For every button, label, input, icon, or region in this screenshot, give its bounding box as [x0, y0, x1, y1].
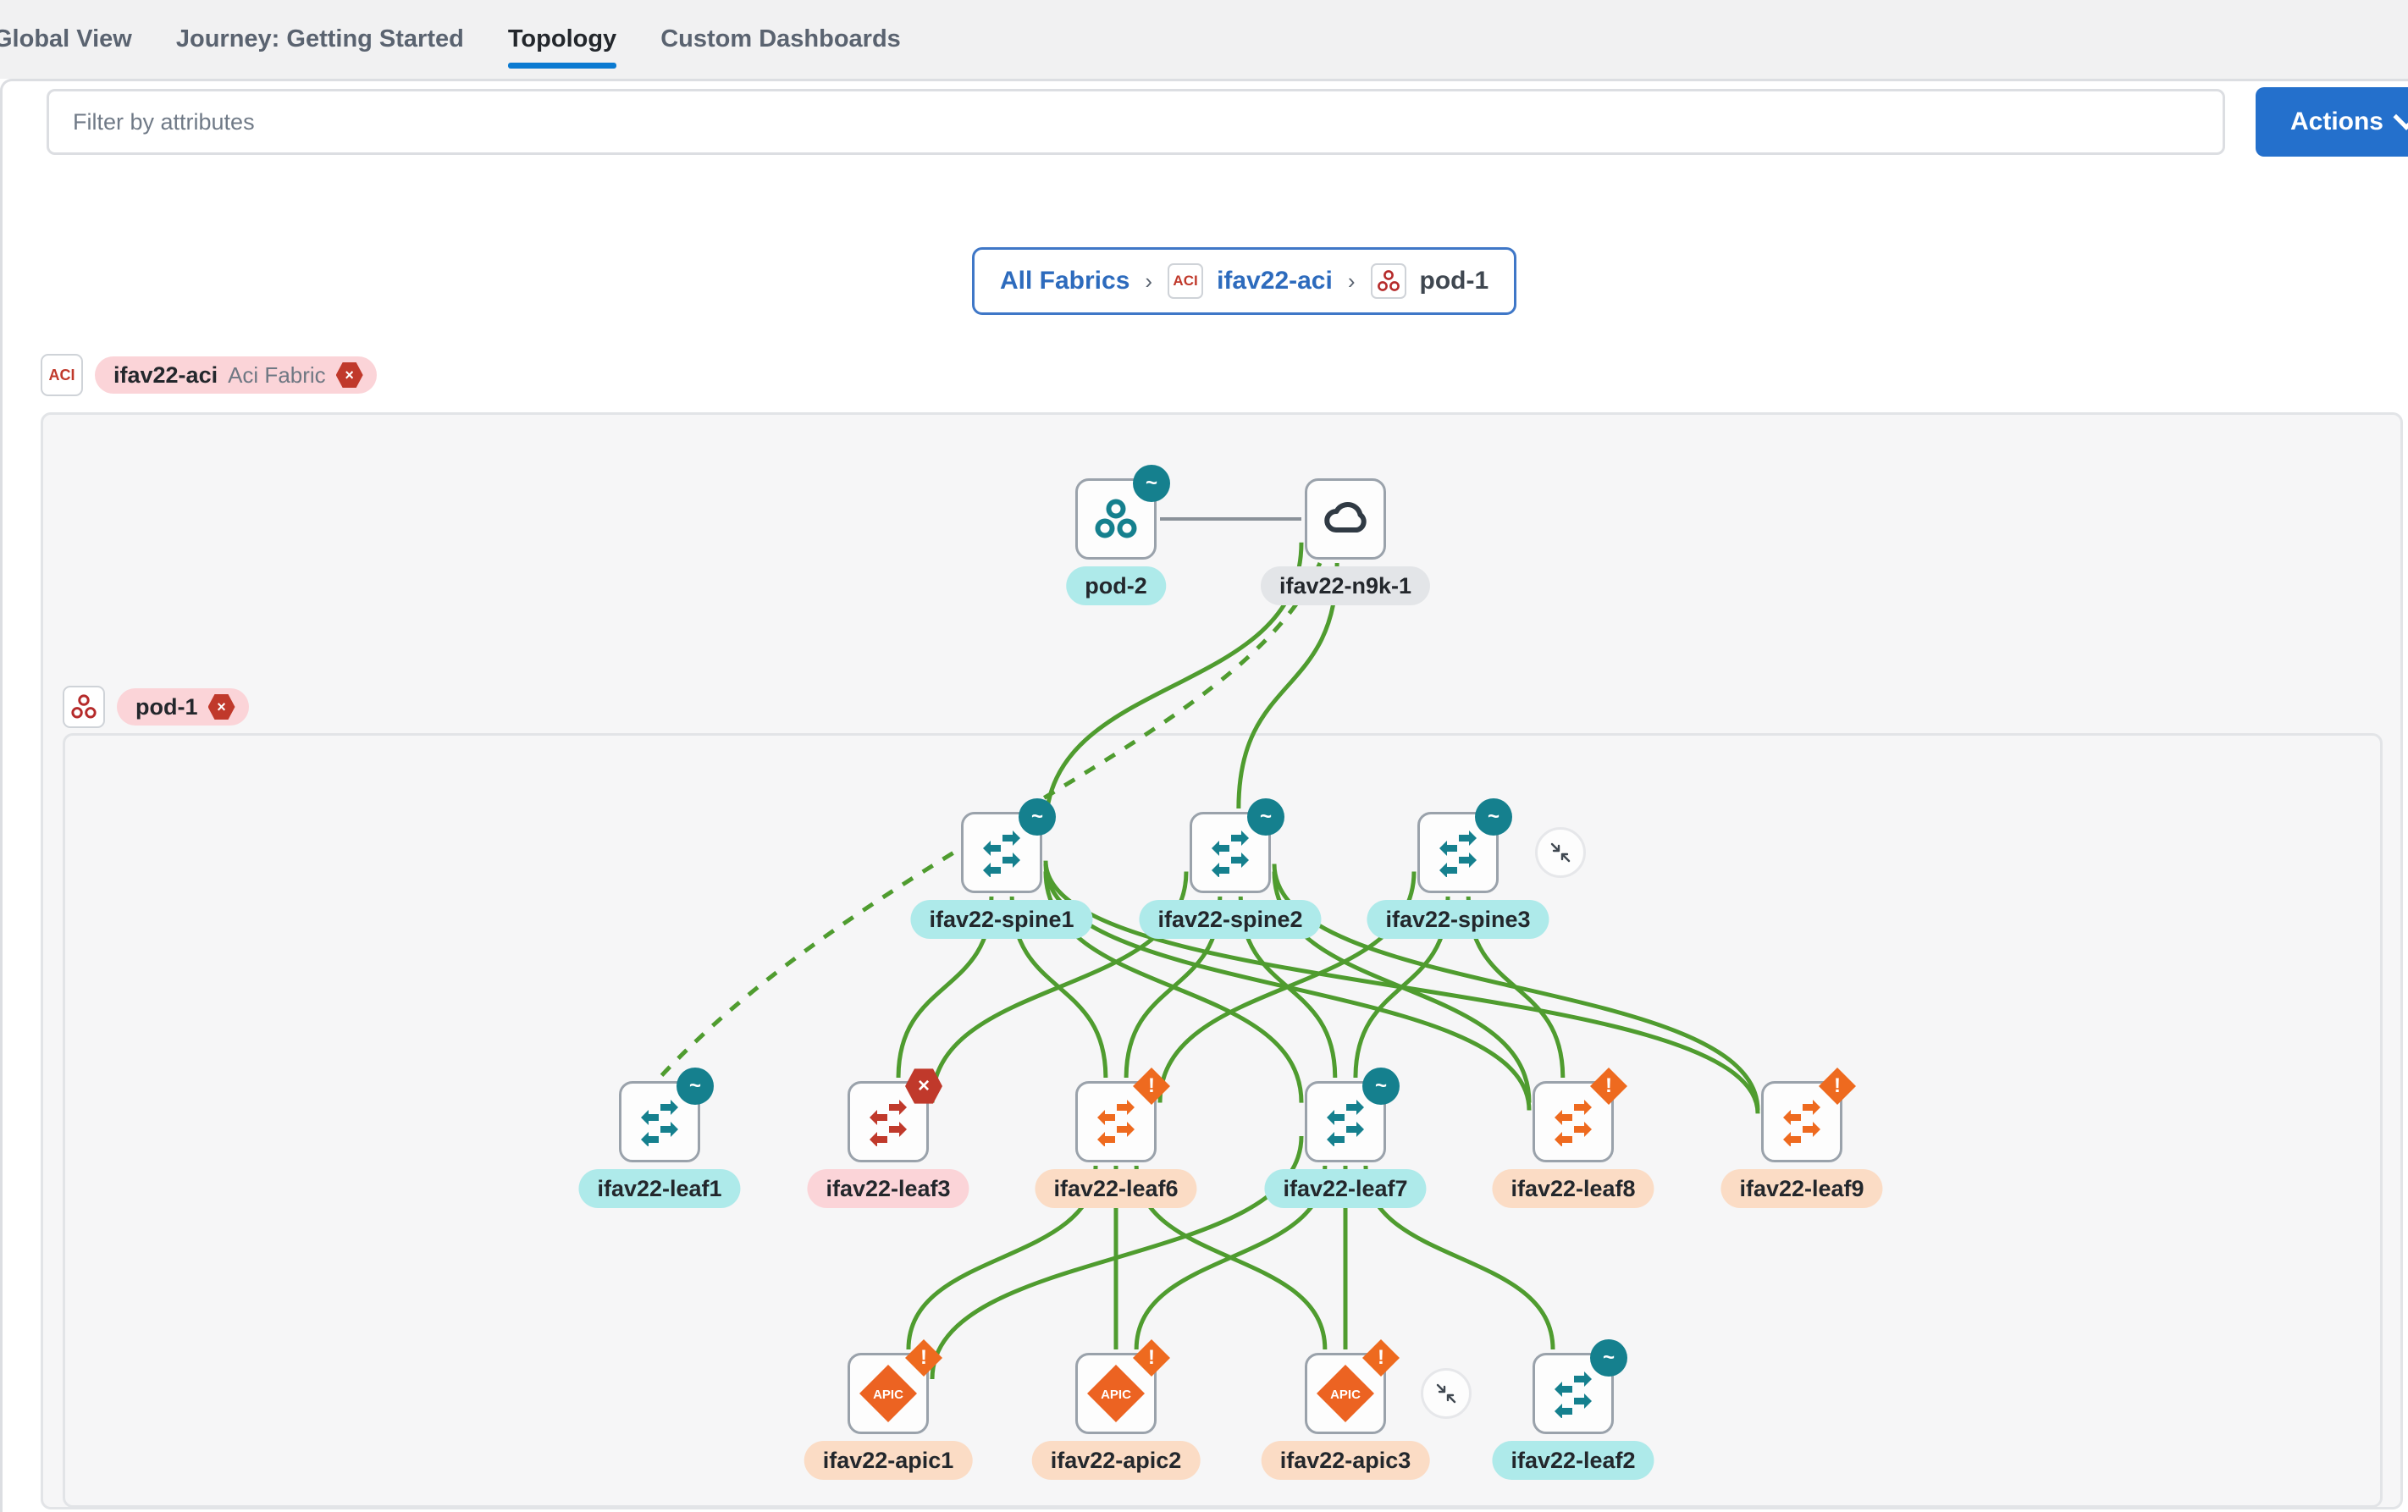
main-tab-bar: Global View Journey: Getting Started Topol… — [0, 0, 2408, 79]
topology-node-ifav22-leaf7[interactable]: ~ ifav22-leaf7 — [1264, 1068, 1427, 1208]
topology-node-ifav22-leaf6[interactable]: ! ifav22-leaf6 — [1035, 1068, 1197, 1208]
collapse-arrows-icon — [1436, 1383, 1456, 1404]
switch-icon-glyph — [641, 1100, 678, 1146]
tab-label: Global View — [0, 25, 132, 52]
aci-badge-icon: ACI — [1168, 263, 1204, 299]
topology-node-ifav22-spine3[interactable]: ~ ifav22-spine3 — [1367, 798, 1549, 939]
fabric-group-header: ACI ifav22-aci Aci Fabric × — [41, 354, 377, 396]
node-label: ifav22-leaf2 — [1492, 1441, 1654, 1480]
tab-journey-getting-started[interactable]: Journey: Getting Started — [154, 0, 486, 79]
apic-icon-glyph: APIC — [1317, 1365, 1374, 1422]
node-label: ifav22-leaf7 — [1264, 1169, 1427, 1208]
switch-icon-glyph — [1555, 1371, 1592, 1418]
node-label: ifav22-apic1 — [804, 1441, 973, 1480]
status-badge-healthy: ~ — [677, 1068, 714, 1105]
switch-icon-glyph — [1212, 830, 1249, 877]
aci-fabric-icon: ACI — [41, 354, 83, 396]
breadcrumb-pod: pod-1 — [1419, 267, 1489, 295]
node-label: ifav22-apic2 — [1031, 1441, 1201, 1480]
tab-label: Custom Dashboards — [660, 25, 901, 52]
topology-node-ifav22-leaf8[interactable]: ! ifav22-leaf8 — [1492, 1068, 1654, 1208]
switch-icon-glyph — [870, 1100, 907, 1146]
pod-group-header: pod-1 × — [63, 686, 249, 728]
actions-button[interactable]: Actions — [2256, 87, 2408, 157]
switch-icon-glyph — [1327, 1100, 1364, 1146]
node-label: ifav22-leaf1 — [578, 1169, 741, 1208]
status-badge-healthy: ~ — [1247, 798, 1284, 836]
pod-remove-icon[interactable]: × — [207, 693, 235, 720]
svg-text:APIC: APIC — [1330, 1388, 1361, 1402]
apic-icon-glyph: APIC — [1087, 1365, 1145, 1422]
node-label: ifav22-n9k-1 — [1260, 566, 1431, 605]
switch-icon-glyph — [1439, 830, 1477, 877]
toolbar: Actions — [0, 87, 2408, 174]
cloud-icon[interactable] — [1305, 478, 1386, 560]
node-label: pod-2 — [1066, 566, 1166, 605]
topology-node-pod-2[interactable]: ~ pod-2 — [1066, 465, 1170, 605]
node-label: ifav22-spine2 — [1139, 900, 1322, 939]
pod-badge-icon — [1370, 263, 1406, 299]
topology-node-ifav22-n9k-1[interactable]: ifav22-n9k-1 — [1260, 478, 1431, 605]
switch-icon-glyph — [1555, 1100, 1592, 1146]
status-badge-healthy: ~ — [1590, 1339, 1627, 1377]
fabric-chip-name: ifav22-aci — [113, 361, 218, 388]
node-label: ifav22-leaf9 — [1720, 1169, 1883, 1208]
topology-node-ifav22-apic1[interactable]: APIC ! ifav22-apic1 — [804, 1339, 973, 1480]
breadcrumb-separator-2: › — [1347, 268, 1356, 294]
tab-label: Journey: Getting Started — [175, 25, 464, 52]
topology-node-ifav22-spine1[interactable]: ~ ifav22-spine1 — [910, 798, 1093, 939]
svg-text:APIC: APIC — [873, 1388, 903, 1402]
topology-node-ifav22-leaf2[interactable]: ~ ifav22-leaf2 — [1492, 1339, 1654, 1480]
tab-topology[interactable]: Topology — [486, 0, 638, 79]
switch-icon-glyph — [983, 830, 1020, 877]
fabric-chip-type: Aci Fabric — [228, 361, 326, 388]
pod-chip[interactable]: pod-1 × — [117, 688, 249, 726]
filter-input[interactable] — [71, 108, 2223, 136]
chevron-down-icon — [2393, 103, 2408, 130]
apic-icon-glyph: APIC — [859, 1365, 917, 1422]
status-badge-healthy: ~ — [1475, 798, 1512, 836]
collapse-arrows-icon — [1550, 842, 1571, 863]
node-label: ifav22-spine1 — [910, 900, 1093, 939]
breadcrumb-fabric[interactable]: ifav22-aci — [1217, 267, 1333, 295]
fabric-remove-icon[interactable]: × — [335, 361, 363, 389]
node-label: ifav22-leaf8 — [1492, 1169, 1654, 1208]
switch-icon-glyph — [1097, 1100, 1135, 1146]
actions-button-label: Actions — [2289, 108, 2383, 135]
collapse-apic-row[interactable] — [1421, 1368, 1472, 1419]
tab-custom-dashboards[interactable]: Custom Dashboards — [638, 0, 923, 79]
pod-group-icon — [63, 686, 105, 728]
tab-label: Topology — [507, 25, 617, 52]
cloud-icon-glyph — [1324, 501, 1367, 533]
breadcrumb-all-fabrics[interactable]: All Fabrics — [1000, 267, 1129, 295]
node-label: ifav22-apic3 — [1261, 1441, 1430, 1480]
topology-node-ifav22-leaf1[interactable]: ~ ifav22-leaf1 — [578, 1068, 741, 1208]
fabric-chip[interactable]: ifav22-aci Aci Fabric × — [95, 356, 377, 394]
topology-node-ifav22-apic3[interactable]: APIC ! ifav22-apic3 — [1261, 1339, 1430, 1480]
node-label: ifav22-leaf6 — [1035, 1169, 1197, 1208]
topology-node-ifav22-leaf9[interactable]: ! ifav22-leaf9 — [1720, 1068, 1883, 1208]
status-badge-healthy: ~ — [1133, 465, 1170, 502]
topology-node-ifav22-leaf3[interactable]: × ifav22-leaf3 — [807, 1068, 969, 1208]
pod-icon-glyph — [1095, 499, 1137, 538]
collapse-spine-row[interactable] — [1535, 827, 1586, 878]
svg-text:APIC: APIC — [1101, 1388, 1131, 1402]
topology-node-ifav22-spine2[interactable]: ~ ifav22-spine2 — [1139, 798, 1322, 939]
breadcrumb-separator: › — [1145, 268, 1153, 294]
switch-icon-glyph — [1783, 1100, 1820, 1146]
status-badge-healthy: ~ — [1362, 1068, 1400, 1105]
node-label: ifav22-spine3 — [1367, 900, 1549, 939]
status-badge-healthy: ~ — [1019, 798, 1056, 836]
pod-chip-name: pod-1 — [135, 693, 198, 720]
tab-global-view[interactable]: Global View — [0, 0, 154, 79]
topology-node-ifav22-apic2[interactable]: APIC ! ifav22-apic2 — [1031, 1339, 1201, 1480]
filter-field[interactable] — [47, 89, 2225, 155]
node-label: ifav22-leaf3 — [807, 1169, 969, 1208]
breadcrumb: All Fabrics › ACI ifav22-aci › pod-1 — [972, 247, 1517, 315]
